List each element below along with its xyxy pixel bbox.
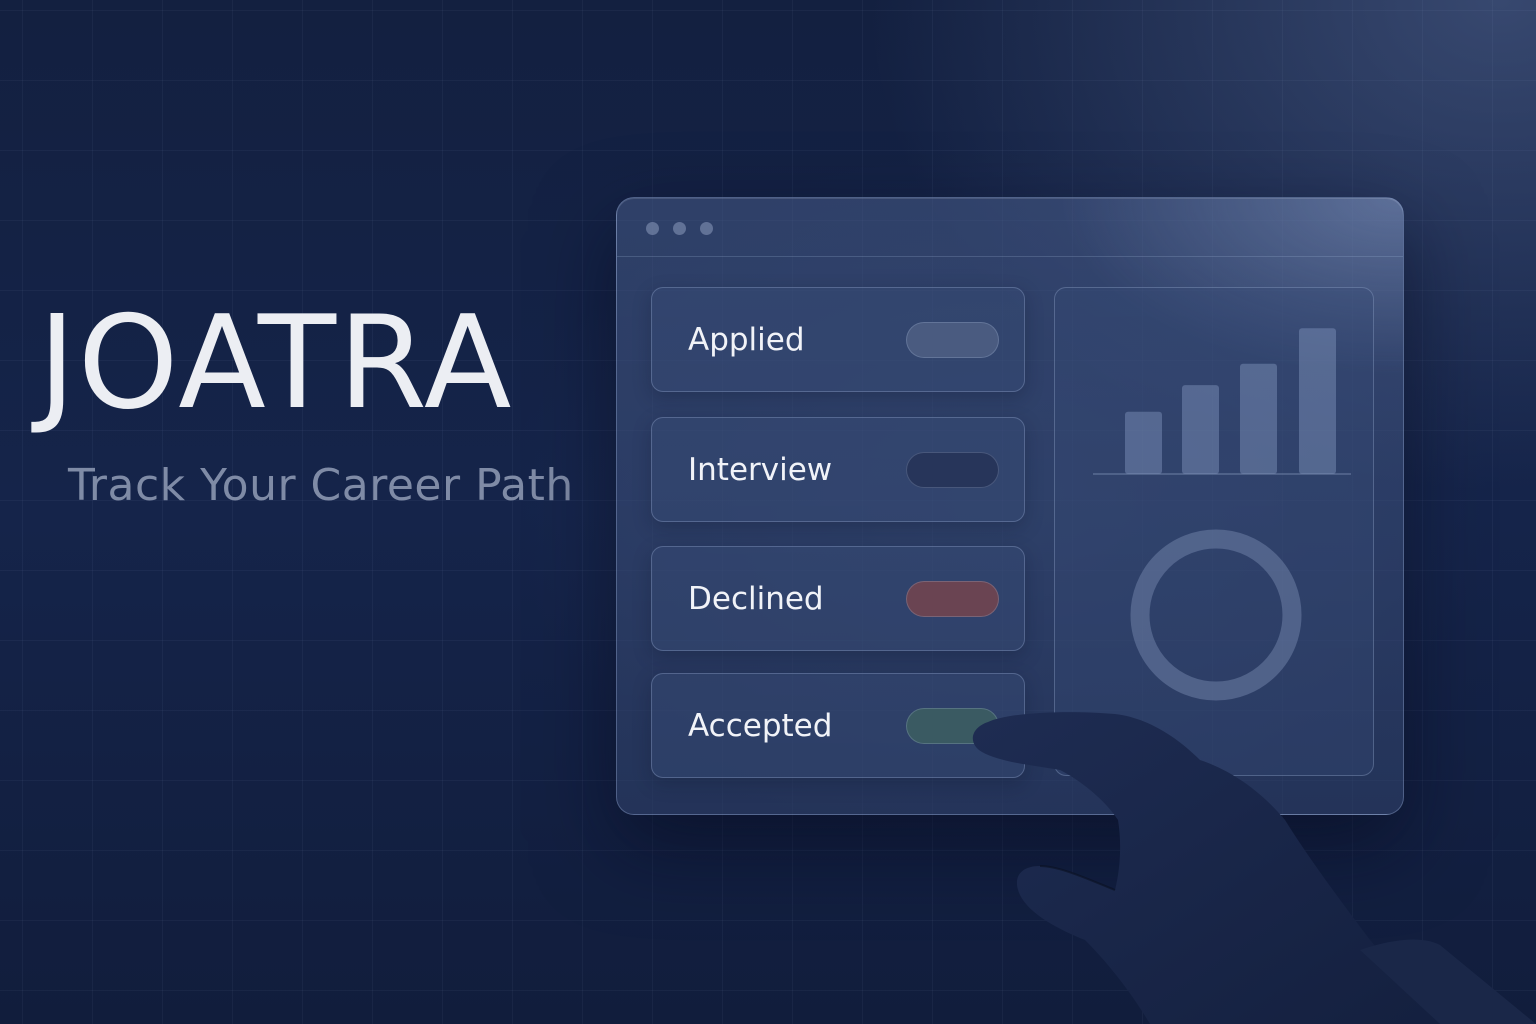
hand-pointer-icon [972, 712, 1536, 1024]
hero-canvas: JOATRA Track Your Career Path Applied In… [0, 0, 1536, 1024]
